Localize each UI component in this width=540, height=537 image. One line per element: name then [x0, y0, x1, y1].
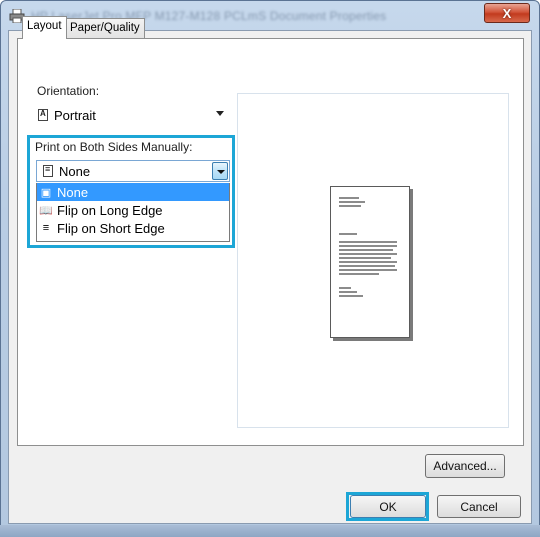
cancel-button[interactable]: Cancel	[437, 495, 521, 518]
flip-short-edge-icon: ≡	[42, 222, 50, 234]
advanced-button[interactable]: Advanced...	[425, 454, 505, 478]
bottom-frame-edge	[0, 525, 540, 537]
book-long-edge-icon: 📖	[39, 204, 53, 217]
orientation-value: Portrait	[54, 107, 96, 123]
duplex-value: None	[59, 163, 91, 179]
orientation-label: Orientation:	[37, 84, 100, 98]
document-thumbnail	[330, 186, 410, 338]
duplex-page-icon	[43, 164, 53, 177]
tab-layout[interactable]: Layout	[22, 16, 67, 39]
portrait-page-icon	[38, 109, 48, 121]
single-page-icon: ▣	[40, 186, 52, 199]
duplex-label: Print on Both Sides Manually:	[35, 140, 193, 154]
option-label: Flip on Long Edge	[57, 202, 163, 218]
option-label: Flip on Short Edge	[57, 220, 165, 236]
ok-button[interactable]: OK	[350, 495, 426, 518]
dropdown-arrow-button[interactable]	[212, 162, 228, 180]
list-item[interactable]: 📖 Flip on Long Edge	[37, 201, 229, 219]
close-button[interactable]: X	[484, 3, 530, 23]
orientation-select[interactable]: Portrait	[32, 103, 230, 127]
list-item[interactable]: ≡ Flip on Short Edge	[37, 219, 229, 237]
list-item[interactable]: ▣ None	[37, 183, 229, 201]
duplex-options-list: ▣ None 📖 Flip on Long Edge ≡ Flip on Sho…	[36, 183, 230, 242]
option-label: None	[57, 184, 89, 200]
tab-paper-quality[interactable]: Paper/Quality	[65, 18, 145, 38]
duplex-select[interactable]: None	[36, 160, 230, 182]
chevron-down-icon	[216, 111, 224, 116]
